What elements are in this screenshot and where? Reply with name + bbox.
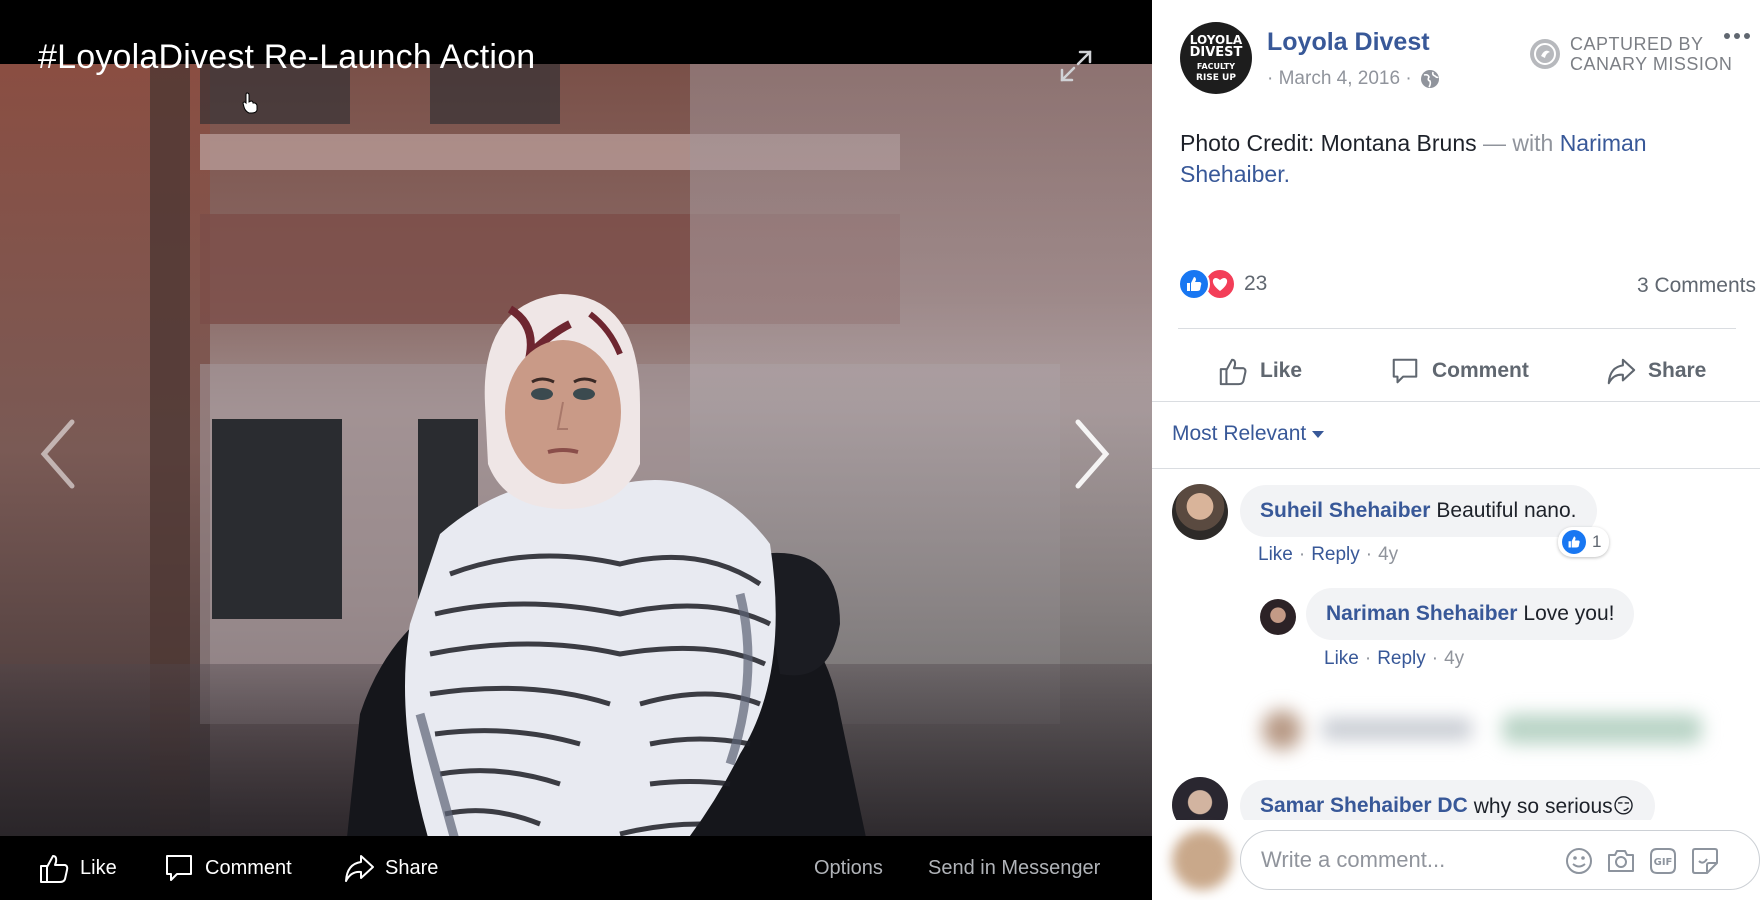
avatar-text: RISE UP: [1196, 73, 1236, 83]
sticker-icon[interactable]: [1689, 845, 1721, 877]
comment-text: Beautiful nano.: [1436, 499, 1577, 522]
viewer-comment-button[interactable]: Comment: [163, 836, 292, 900]
caption-text: Photo Credit: Montana Bruns: [1180, 130, 1477, 156]
captured-text: CAPTURED BY CANARY MISSION: [1570, 34, 1732, 74]
comment-bubble: Nariman Shehaiber Love you!: [1306, 588, 1635, 640]
post-photo[interactable]: [0, 64, 1152, 836]
comment-input[interactable]: [1261, 847, 1551, 873]
comment-author-link[interactable]: Suheil Shehaiber: [1260, 499, 1430, 523]
comment-sort-dropdown[interactable]: Most Relevant: [1172, 422, 1325, 446]
viewer-share-label: Share: [385, 856, 439, 879]
more-options-icon[interactable]: [1722, 28, 1752, 44]
canary-mission-icon: [1530, 39, 1560, 69]
comment-bubble-icon: [166, 855, 192, 881]
comment-label: Comment: [1432, 359, 1529, 382]
like-reaction-icon: [1562, 530, 1586, 554]
comment-reply-link[interactable]: Reply: [1311, 544, 1360, 566]
post-date-text[interactable]: · March 4, 2016 ·: [1267, 68, 1412, 90]
thumbs-up-icon: [1219, 358, 1247, 386]
comment-text: Love you!: [1523, 602, 1615, 625]
user-avatar: [1172, 830, 1232, 890]
comment-text: why so serious😏: [1473, 794, 1635, 818]
comment-bubble: Suheil Shehaiber Beautiful nano.: [1240, 485, 1597, 537]
comment-composer: GIF: [1152, 820, 1760, 900]
options-link[interactable]: Options: [814, 836, 883, 900]
blurred-comment: [1242, 700, 1722, 760]
comment-meta: Like · Reply · 4y: [1258, 544, 1398, 566]
photo-title: #LoyolaDivest Re-Launch Action: [38, 38, 536, 76]
captured-line1: CAPTURED BY: [1570, 34, 1704, 54]
commenter-avatar[interactable]: [1172, 484, 1228, 540]
share-label: Share: [1648, 359, 1707, 382]
comment-reply-link[interactable]: Reply: [1377, 648, 1426, 670]
post-date: · March 4, 2016 ·: [1267, 68, 1440, 90]
camera-icon[interactable]: [1605, 845, 1637, 877]
share-arrow-icon: [1607, 358, 1636, 385]
globe-icon: [1420, 70, 1439, 88]
sort-label: Most Relevant: [1172, 422, 1307, 445]
comments-count-link[interactable]: 3 Comments: [1637, 274, 1756, 298]
comment-time[interactable]: 4y: [1444, 648, 1464, 670]
reaction-summary[interactable]: 23: [1178, 268, 1267, 300]
commenter-avatar[interactable]: [1260, 599, 1296, 635]
comment-time[interactable]: 4y: [1378, 544, 1398, 566]
like-reaction-icon: [1178, 268, 1210, 300]
previous-photo-icon[interactable]: [34, 416, 82, 492]
post-caption: Photo Credit: Montana Bruns — with Narim…: [1180, 128, 1740, 190]
caption-with: — with: [1476, 130, 1560, 156]
comment-like-link[interactable]: Like: [1324, 648, 1359, 670]
meta-separator: ·: [1298, 544, 1306, 565]
post-actions: Like Comment Share: [1152, 340, 1760, 402]
divider: [1178, 328, 1736, 329]
expand-icon[interactable]: [1058, 48, 1094, 84]
thumbs-up-icon: [40, 855, 69, 883]
emoji-icon[interactable]: [1563, 845, 1595, 877]
comment-reaction-badge[interactable]: 1: [1558, 527, 1610, 557]
viewer-like-button[interactable]: Like: [38, 836, 117, 900]
comment-reaction-count: 1: [1592, 532, 1602, 551]
comment-meta: Like · Reply · 4y: [1324, 648, 1464, 670]
viewer-action-bar: Like Comment Share Options Send in Messe…: [0, 836, 1152, 900]
comment-button[interactable]: Comment: [1390, 340, 1529, 402]
page-avatar[interactable]: LOYOLA DIVEST FACULTY RISE UP: [1180, 22, 1252, 94]
gif-icon[interactable]: GIF: [1647, 845, 1679, 877]
like-button[interactable]: Like: [1218, 340, 1302, 402]
reaction-count: 23: [1244, 272, 1268, 295]
divider: [1152, 401, 1760, 402]
meta-separator: ·: [1364, 648, 1372, 669]
hand-cursor-icon: [242, 92, 258, 114]
svg-text:GIF: GIF: [1654, 857, 1673, 868]
share-button[interactable]: Share: [1606, 340, 1706, 402]
photo-viewer: #LoyolaDivest Re-Launch Action Like Comm…: [0, 0, 1152, 900]
meta-separator: ·: [1431, 648, 1439, 669]
share-arrow-icon: [345, 855, 374, 882]
caret-down-icon: [1312, 430, 1325, 438]
viewer-like-label: Like: [80, 856, 117, 879]
captured-line2: CANARY MISSION: [1570, 54, 1733, 74]
page-name-link[interactable]: Loyola Divest: [1267, 28, 1430, 57]
divider: [1152, 468, 1760, 469]
comment-author-link[interactable]: Samar Shehaiber DC: [1260, 794, 1468, 818]
viewer-comment-label: Comment: [205, 856, 292, 879]
next-photo-icon[interactable]: [1068, 416, 1116, 492]
comment-input-box[interactable]: GIF: [1240, 830, 1760, 890]
comment-like-link[interactable]: Like: [1258, 544, 1293, 566]
viewer-share-button[interactable]: Share: [343, 836, 438, 900]
avatar-text: DIVEST: [1189, 45, 1243, 60]
post-panel: LOYOLA DIVEST FACULTY RISE UP Loyola Div…: [1152, 0, 1760, 900]
like-label: Like: [1260, 359, 1303, 382]
send-in-messenger-link[interactable]: Send in Messenger: [928, 836, 1100, 900]
comment-bubble-icon: [1392, 358, 1418, 384]
person-figure: [347, 294, 866, 836]
meta-separator: ·: [1365, 544, 1373, 565]
captured-watermark: CAPTURED BY CANARY MISSION: [1530, 34, 1732, 74]
comment-author-link[interactable]: Nariman Shehaiber: [1326, 602, 1517, 626]
